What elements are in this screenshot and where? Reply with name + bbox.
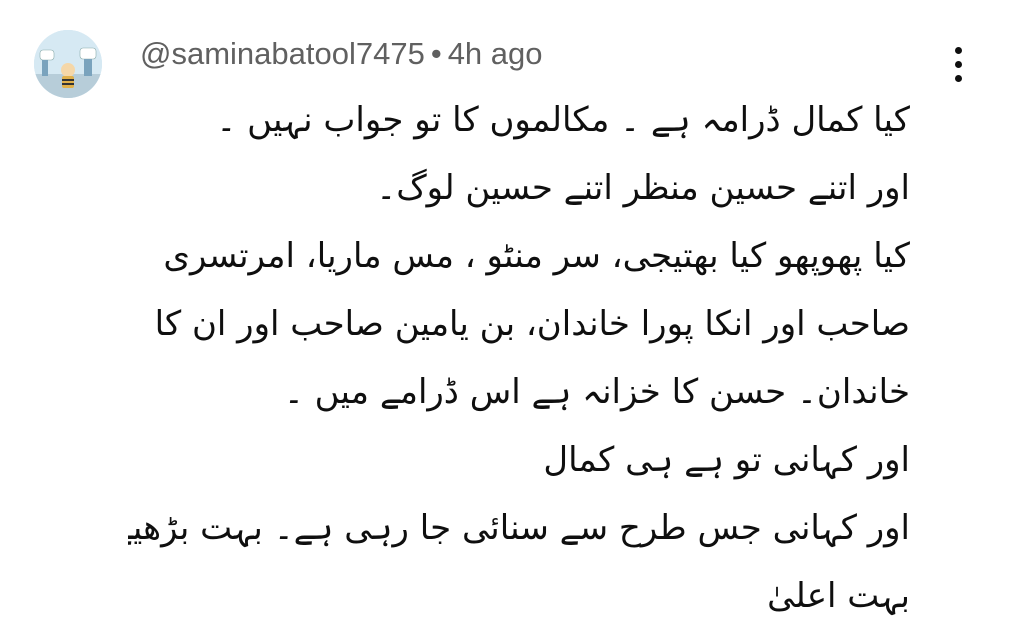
timestamp[interactable]: 4h ago	[448, 36, 543, 71]
more-vert-icon	[954, 46, 962, 54]
comment-line: کیا پھوپھو کیا بھتیجی، سر منٹو ، مس ماری…	[163, 236, 910, 276]
cartoon-avatar-icon	[34, 30, 102, 98]
comment-line: صاحب اور انکا پورا خاندان، بن یامین صاحب…	[154, 304, 910, 344]
more-options-button[interactable]	[938, 38, 978, 90]
avatar[interactable]	[34, 30, 102, 98]
more-vert-icon-dot-3	[954, 74, 962, 82]
username-link[interactable]: @saminabatool7475	[140, 36, 425, 71]
comment-line: بہت اعلیٰ	[767, 576, 910, 616]
header-separator: •	[430, 36, 442, 71]
comment-line: خاندان۔ حسن کا خزانہ ہے اس ڈرامے میں ۔	[283, 372, 910, 412]
comment-line: اور کہانی تو ہے ہی کمال	[543, 440, 910, 480]
comment-line: اور اتنے حسین منظر اتنے حسین لوگ۔	[376, 168, 910, 208]
comment-card: @saminabatool7475 • 4h ago کیا کمال ڈرامہ …	[0, 0, 1024, 616]
comment-line: اور کہانی جس طرح سے سنائی جا رہی ہے۔ بہت…	[128, 508, 910, 548]
comment-header: @saminabatool7475 • 4h ago	[140, 34, 543, 74]
more-vert-icon-dot-2	[954, 60, 962, 68]
comment-text: کیا کمال ڈرامہ ہے ۔ مکالموں کا تو جواب ن…	[128, 86, 910, 630]
comment-line: کیا کمال ڈرامہ ہے ۔ مکالموں کا تو جواب ن…	[216, 100, 910, 140]
